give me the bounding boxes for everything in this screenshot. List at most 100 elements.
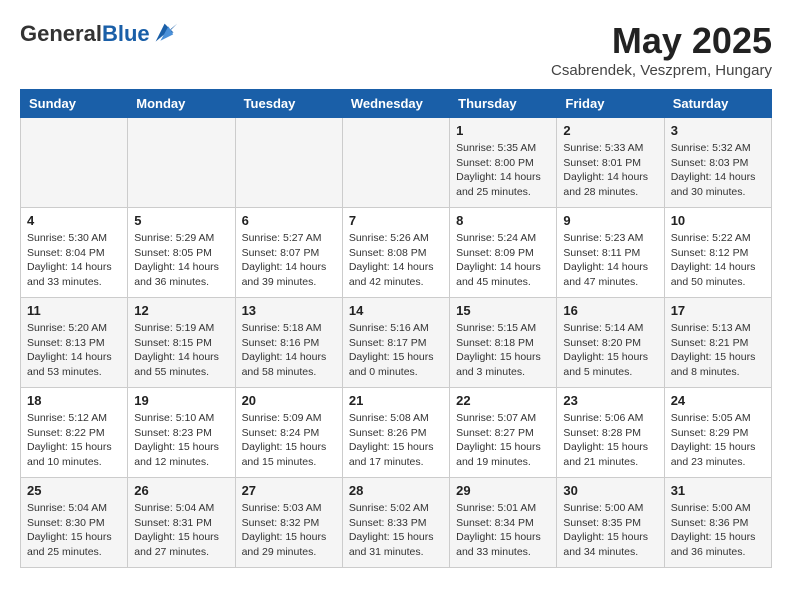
day-number: 13 xyxy=(242,303,336,318)
calendar-day-10: 10 Sunrise: 5:22 AM Sunset: 8:12 PM Dayli… xyxy=(664,208,771,298)
day-number: 25 xyxy=(27,483,121,498)
day-number: 30 xyxy=(563,483,657,498)
day-number: 23 xyxy=(563,393,657,408)
day-content: Sunrise: 5:26 AM Sunset: 8:08 PM Dayligh… xyxy=(349,231,443,290)
weekday-header-tuesday: Tuesday xyxy=(235,90,342,118)
day-content: Sunrise: 5:14 AM Sunset: 8:20 PM Dayligh… xyxy=(563,321,657,380)
day-number: 29 xyxy=(456,483,550,498)
day-content: Sunrise: 5:01 AM Sunset: 8:34 PM Dayligh… xyxy=(456,501,550,560)
day-number: 8 xyxy=(456,213,550,228)
day-number: 1 xyxy=(456,123,550,138)
calendar-day-6: 6Sunrise: 5:27 AM Sunset: 8:07 PM Daylig… xyxy=(235,208,342,298)
calendar-day-28: 28 Sunrise: 5:02 AM Sunset: 8:33 PM Dayli… xyxy=(342,478,449,568)
day-content: Sunrise: 5:35 AM Sunset: 8:00 PM Dayligh… xyxy=(456,141,550,200)
calendar-day-4: 4 Sunrise: 5:30 AM Sunset: 8:04 PM Daylig… xyxy=(21,208,128,298)
logo: GeneralBlue xyxy=(20,20,180,48)
calendar-week-row: 4 Sunrise: 5:30 AM Sunset: 8:04 PM Daylig… xyxy=(21,208,772,298)
calendar-week-row: 25 Sunrise: 5:04 AM Sunset: 8:30 PM Dayli… xyxy=(21,478,772,568)
day-number: 22 xyxy=(456,393,550,408)
day-content: Sunrise: 5:27 AM Sunset: 8:07 PM Dayligh… xyxy=(242,231,336,290)
calendar-day-15: 15Sunrise: 5:15 AM Sunset: 8:18 PM Dayli… xyxy=(450,298,557,388)
day-number: 7 xyxy=(349,213,443,228)
calendar-day-7: 7 Sunrise: 5:26 AM Sunset: 8:08 PM Daylig… xyxy=(342,208,449,298)
calendar-day-13: 13 Sunrise: 5:18 AM Sunset: 8:16 PM Dayli… xyxy=(235,298,342,388)
calendar-week-row: 11 Sunrise: 5:20 AM Sunset: 8:13 PM Dayli… xyxy=(21,298,772,388)
weekday-header-sunday: Sunday xyxy=(21,90,128,118)
weekday-header-saturday: Saturday xyxy=(664,90,771,118)
day-content: Sunrise: 5:16 AM Sunset: 8:17 PM Dayligh… xyxy=(349,321,443,380)
day-content: Sunrise: 5:29 AM Sunset: 8:05 PM Dayligh… xyxy=(134,231,228,290)
day-content: Sunrise: 5:06 AM Sunset: 8:28 PM Dayligh… xyxy=(563,411,657,470)
day-content: Sunrise: 5:22 AM Sunset: 8:12 PM Dayligh… xyxy=(671,231,765,290)
day-number: 4 xyxy=(27,213,121,228)
calendar-day-21: 21 Sunrise: 5:08 AM Sunset: 8:26 PM Dayli… xyxy=(342,388,449,478)
calendar-day-19: 19Sunrise: 5:10 AM Sunset: 8:23 PM Dayli… xyxy=(128,388,235,478)
calendar-day-17: 17Sunrise: 5:13 AM Sunset: 8:21 PM Dayli… xyxy=(664,298,771,388)
calendar-day-9: 9 Sunrise: 5:23 AM Sunset: 8:11 PM Daylig… xyxy=(557,208,664,298)
calendar-day-20: 20 Sunrise: 5:09 AM Sunset: 8:24 PM Dayli… xyxy=(235,388,342,478)
day-content: Sunrise: 5:33 AM Sunset: 8:01 PM Dayligh… xyxy=(563,141,657,200)
day-number: 3 xyxy=(671,123,765,138)
day-content: Sunrise: 5:10 AM Sunset: 8:23 PM Dayligh… xyxy=(134,411,228,470)
calendar-day-2: 2Sunrise: 5:33 AM Sunset: 8:01 PM Daylig… xyxy=(557,118,664,208)
month-title: May 2025 xyxy=(551,20,772,62)
day-number: 18 xyxy=(27,393,121,408)
logo-blue-text: Blue xyxy=(102,21,150,46)
day-content: Sunrise: 5:00 AM Sunset: 8:36 PM Dayligh… xyxy=(671,501,765,560)
day-content: Sunrise: 5:32 AM Sunset: 8:03 PM Dayligh… xyxy=(671,141,765,200)
day-content: Sunrise: 5:00 AM Sunset: 8:35 PM Dayligh… xyxy=(563,501,657,560)
calendar-day-11: 11 Sunrise: 5:20 AM Sunset: 8:13 PM Dayli… xyxy=(21,298,128,388)
page-header: GeneralBlue May 2025 Csabrendek, Veszpre… xyxy=(20,20,772,79)
weekday-header-thursday: Thursday xyxy=(450,90,557,118)
calendar-day-14: 14 Sunrise: 5:16 AM Sunset: 8:17 PM Dayli… xyxy=(342,298,449,388)
calendar-day-12: 12Sunrise: 5:19 AM Sunset: 8:15 PM Dayli… xyxy=(128,298,235,388)
calendar-empty-cell xyxy=(342,118,449,208)
calendar-day-26: 26 Sunrise: 5:04 AM Sunset: 8:31 PM Dayli… xyxy=(128,478,235,568)
day-number: 14 xyxy=(349,303,443,318)
weekday-header-friday: Friday xyxy=(557,90,664,118)
title-block: May 2025 Csabrendek, Veszprem, Hungary xyxy=(551,20,772,79)
calendar-day-5: 5 Sunrise: 5:29 AM Sunset: 8:05 PM Daylig… xyxy=(128,208,235,298)
day-content: Sunrise: 5:18 AM Sunset: 8:16 PM Dayligh… xyxy=(242,321,336,380)
day-content: Sunrise: 5:24 AM Sunset: 8:09 PM Dayligh… xyxy=(456,231,550,290)
day-number: 9 xyxy=(563,213,657,228)
calendar-empty-cell xyxy=(235,118,342,208)
weekday-header-monday: Monday xyxy=(128,90,235,118)
calendar-empty-cell xyxy=(128,118,235,208)
calendar-day-31: 31 Sunrise: 5:00 AM Sunset: 8:36 PM Dayli… xyxy=(664,478,771,568)
day-content: Sunrise: 5:02 AM Sunset: 8:33 PM Dayligh… xyxy=(349,501,443,560)
day-number: 10 xyxy=(671,213,765,228)
calendar-empty-cell xyxy=(21,118,128,208)
day-content: Sunrise: 5:12 AM Sunset: 8:22 PM Dayligh… xyxy=(27,411,121,470)
day-content: Sunrise: 5:04 AM Sunset: 8:31 PM Dayligh… xyxy=(134,501,228,560)
day-content: Sunrise: 5:13 AM Sunset: 8:21 PM Dayligh… xyxy=(671,321,765,380)
day-content: Sunrise: 5:30 AM Sunset: 8:04 PM Dayligh… xyxy=(27,231,121,290)
calendar-day-23: 23 Sunrise: 5:06 AM Sunset: 8:28 PM Dayli… xyxy=(557,388,664,478)
calendar-day-24: 24Sunrise: 5:05 AM Sunset: 8:29 PM Dayli… xyxy=(664,388,771,478)
day-number: 28 xyxy=(349,483,443,498)
calendar-day-3: 3 Sunrise: 5:32 AM Sunset: 8:03 PM Daylig… xyxy=(664,118,771,208)
day-number: 5 xyxy=(134,213,228,228)
calendar-day-27: 27 Sunrise: 5:03 AM Sunset: 8:32 PM Dayli… xyxy=(235,478,342,568)
calendar-day-30: 30 Sunrise: 5:00 AM Sunset: 8:35 PM Dayli… xyxy=(557,478,664,568)
calendar-day-1: 1 Sunrise: 5:35 AM Sunset: 8:00 PM Daylig… xyxy=(450,118,557,208)
day-content: Sunrise: 5:23 AM Sunset: 8:11 PM Dayligh… xyxy=(563,231,657,290)
day-content: Sunrise: 5:03 AM Sunset: 8:32 PM Dayligh… xyxy=(242,501,336,560)
day-content: Sunrise: 5:09 AM Sunset: 8:24 PM Dayligh… xyxy=(242,411,336,470)
logo-icon xyxy=(152,20,180,48)
calendar-day-18: 18 Sunrise: 5:12 AM Sunset: 8:22 PM Dayli… xyxy=(21,388,128,478)
day-content: Sunrise: 5:04 AM Sunset: 8:30 PM Dayligh… xyxy=(27,501,121,560)
day-number: 12 xyxy=(134,303,228,318)
day-content: Sunrise: 5:08 AM Sunset: 8:26 PM Dayligh… xyxy=(349,411,443,470)
day-number: 31 xyxy=(671,483,765,498)
calendar-week-row: 18 Sunrise: 5:12 AM Sunset: 8:22 PM Dayli… xyxy=(21,388,772,478)
day-number: 26 xyxy=(134,483,228,498)
calendar-day-22: 22Sunrise: 5:07 AM Sunset: 8:27 PM Dayli… xyxy=(450,388,557,478)
day-content: Sunrise: 5:20 AM Sunset: 8:13 PM Dayligh… xyxy=(27,321,121,380)
day-number: 21 xyxy=(349,393,443,408)
day-number: 20 xyxy=(242,393,336,408)
day-number: 16 xyxy=(563,303,657,318)
logo-general-text: General xyxy=(20,21,102,46)
day-number: 27 xyxy=(242,483,336,498)
day-number: 11 xyxy=(27,303,121,318)
